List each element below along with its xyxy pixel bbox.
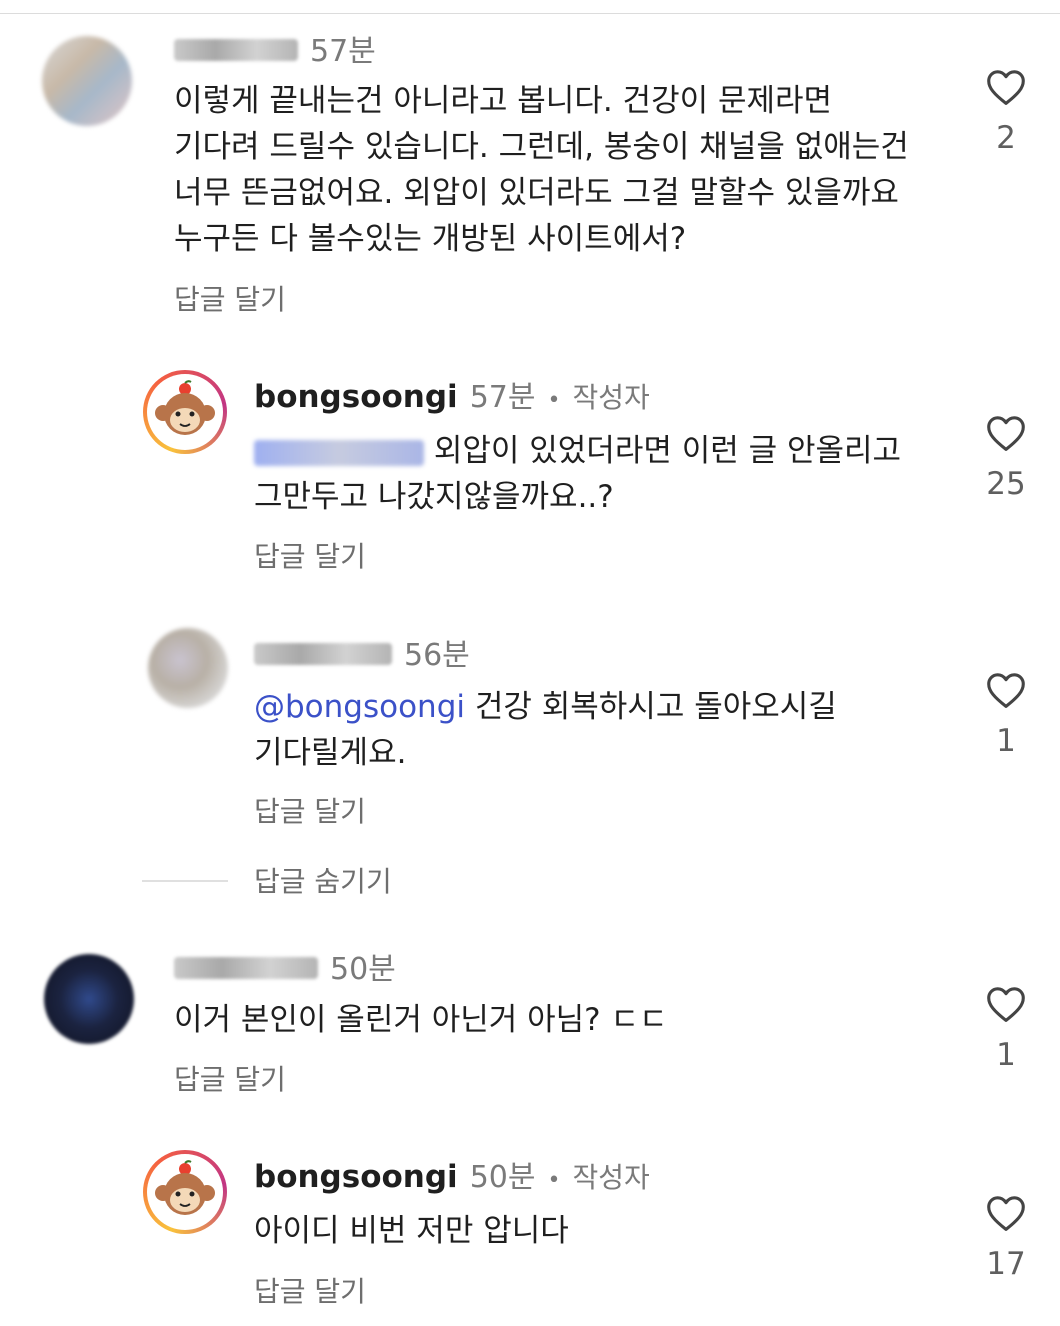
reply-button[interactable]: 답글 달기 [174,1058,286,1098]
like-count: 2 [996,120,1016,156]
username-redacted[interactable] [254,643,392,665]
timestamp: 57분 [310,34,376,69]
monkey-avatar-icon [155,1160,215,1215]
comment-header: 50분 [174,944,396,988]
author-badge: 작성자 [572,1161,650,1194]
heart-outline-icon [987,70,1025,105]
separator-dot: • [547,1168,561,1193]
mention-redacted[interactable] [254,439,424,466]
username-redacted[interactable] [174,957,318,979]
reply-button[interactable]: 답글 달기 [254,535,366,575]
author-badge: 작성자 [572,381,650,414]
top-divider [0,13,1060,14]
username[interactable]: bongsoongi [254,379,458,415]
divider-line [142,880,228,882]
timestamp: 57분 [469,380,536,415]
like-count: 1 [996,723,1016,759]
comment-header: bongsoongi 57분 • 작성자 [254,372,650,416]
reply-button[interactable]: 답글 달기 [254,1270,366,1310]
avatar[interactable] [42,36,132,126]
username[interactable]: bongsoongi [254,1159,458,1195]
comment-header: 56분 [254,630,470,674]
like-button[interactable]: 2 [976,68,1036,156]
avatar[interactable] [148,628,228,708]
comment-text: 외압이 있었더라면 이런 글 안올리고 그만두고 나갔지않을까요..? [254,433,902,515]
comment-text: 아이디 비번 저만 압니다 [254,1213,569,1249]
like-button[interactable]: 17 [976,1194,1036,1282]
username-redacted[interactable] [174,39,298,61]
reply-button[interactable]: 답글 달기 [254,790,366,830]
like-count: 1 [996,1037,1016,1073]
mention-link[interactable]: @bongsoongi [254,689,465,725]
avatar[interactable] [143,370,227,454]
avatar[interactable] [44,954,134,1044]
like-count: 17 [986,1246,1026,1282]
heart-outline-icon [987,987,1025,1022]
comment-header: bongsoongi 50분 • 작성자 [254,1152,650,1196]
reply-button[interactable]: 답글 달기 [174,278,286,318]
monkey-avatar-icon [155,380,215,435]
comment-text: @bongsoongi 건강 회복하시고 돌아오시길 기다릴게요. [254,689,837,771]
separator-dot: • [547,388,561,413]
heart-outline-icon [987,673,1025,708]
like-button[interactable]: 1 [976,671,1036,759]
like-count: 25 [986,466,1026,502]
comment-text: 이렇게 끝내는건 아니라고 봅니다. 건강이 문제라면 기다려 드릴수 있습니다… [174,83,909,257]
comment-header: 57분 [174,26,376,70]
like-button[interactable]: 25 [976,414,1036,502]
timestamp: 56분 [404,638,470,673]
timestamp: 50분 [469,1160,536,1195]
avatar[interactable] [143,1150,227,1234]
hide-replies-button[interactable]: 답글 숨기기 [254,860,392,900]
heart-outline-icon [987,416,1025,451]
timestamp: 50분 [330,952,396,987]
comment-text: 이거 본인이 올린거 아닌거 아님? ㄷㄷ [174,1002,668,1038]
like-button[interactable]: 1 [976,985,1036,1073]
heart-outline-icon [987,1196,1025,1231]
